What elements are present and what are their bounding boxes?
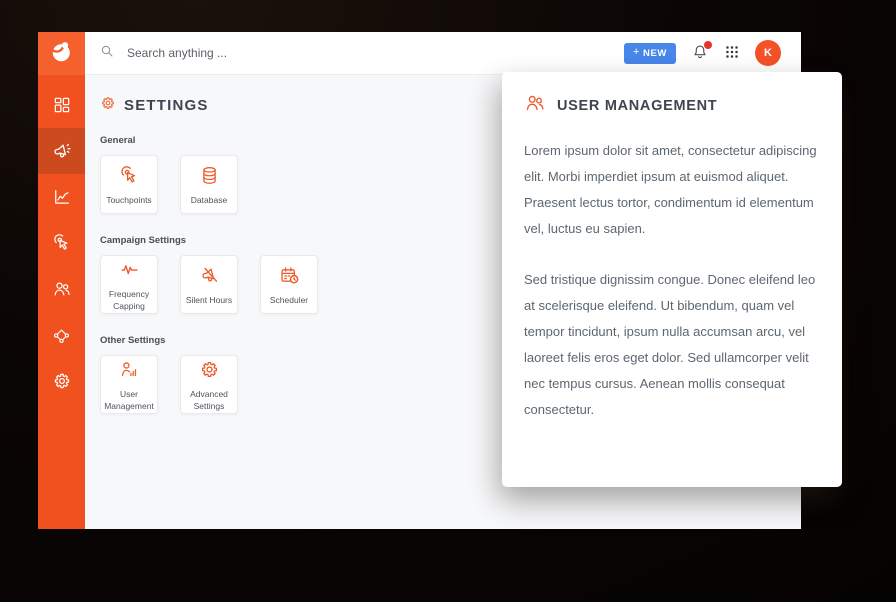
tiles-area: General Touchpoints Database C (100, 135, 318, 435)
screenshot-stage: + NEW K SETTINGS (0, 0, 896, 602)
section-label: Campaign Settings (100, 235, 318, 247)
tile-user-management[interactable]: User Management (100, 355, 158, 414)
section-campaign-settings: Campaign Settings Frequency Capping Sile… (100, 235, 318, 314)
tile-label: Frequency Capping (102, 289, 156, 311)
apps-menu-button[interactable] (724, 44, 740, 63)
sidebar-nav (38, 82, 85, 404)
tile-scheduler[interactable]: Scheduler (260, 255, 318, 314)
tile-row: User Management Advanced Settings (100, 355, 318, 414)
tile-row: Frequency Capping Silent Hours Scheduler (100, 255, 318, 314)
sidebar (38, 32, 85, 529)
panel-title: USER MANAGEMENT (557, 98, 717, 114)
section-label: Other Settings (100, 335, 318, 347)
sidebar-item-flows[interactable] (38, 312, 85, 358)
user-management-person-bars-icon (119, 359, 140, 385)
section-label: General (100, 135, 318, 147)
plus-icon: + (633, 46, 640, 58)
tile-database[interactable]: Database (180, 155, 238, 214)
touchpoints-cursor-icon (119, 165, 140, 191)
page-title: SETTINGS (124, 97, 209, 114)
sidebar-item-settings[interactable] (38, 358, 85, 404)
analytics-chart-icon (52, 187, 72, 207)
search-input[interactable] (125, 45, 429, 61)
users-icon (524, 92, 546, 119)
audience-users-icon (52, 279, 72, 299)
settings-gear-icon (52, 371, 72, 391)
section-general: General Touchpoints Database (100, 135, 318, 214)
touchpoints-cursor-icon (52, 233, 72, 253)
panel-body: Lorem ipsum dolor sit amet, consectetur … (524, 138, 820, 423)
scheduler-calendar-clock-icon (279, 265, 300, 291)
new-button[interactable]: + NEW (624, 43, 676, 64)
topbar-actions: + NEW K (624, 40, 781, 66)
avatar-initial: K (764, 47, 772, 59)
apps-grid-icon (724, 44, 740, 63)
sidebar-item-audience[interactable] (38, 266, 85, 312)
sidebar-item-campaigns[interactable] (38, 128, 85, 174)
notification-dot (704, 41, 712, 49)
campaigns-megaphone-icon (51, 141, 72, 162)
tile-label: Advanced Settings (182, 389, 236, 411)
sidebar-item-dashboard[interactable] (38, 82, 85, 128)
search-icon (99, 43, 115, 64)
panel-paragraph: Lorem ipsum dolor sit amet, consectetur … (524, 138, 820, 242)
dashboard-icon (52, 95, 72, 115)
tile-advanced-settings[interactable]: Advanced Settings (180, 355, 238, 414)
topbar: + NEW K (85, 32, 801, 75)
user-management-panel: USER MANAGEMENT Lorem ipsum dolor sit am… (502, 72, 842, 487)
frequency-pulse-icon (119, 259, 140, 285)
flows-diamond-icon (52, 326, 71, 345)
sidebar-item-touchpoints[interactable] (38, 220, 85, 266)
panel-header: USER MANAGEMENT (524, 92, 820, 119)
tile-label: Silent Hours (182, 295, 236, 306)
silent-hours-muted-megaphone-icon (199, 265, 220, 291)
logo[interactable] (38, 32, 85, 75)
section-other-settings: Other Settings User Management Advanced … (100, 335, 318, 414)
search-bar (99, 43, 624, 64)
tile-frequency-capping[interactable]: Frequency Capping (100, 255, 158, 314)
notifications-button[interactable] (691, 43, 709, 64)
tile-label: Touchpoints (102, 195, 156, 206)
settings-gear-icon (100, 95, 116, 116)
database-icon (199, 165, 220, 191)
page-head: SETTINGS (100, 95, 209, 116)
settings-gear-icon (199, 359, 220, 385)
logo-mark-icon (49, 39, 74, 69)
panel-paragraph: Sed tristique dignissim congue. Donec el… (524, 267, 820, 423)
avatar[interactable]: K (755, 40, 781, 66)
tile-label: Scheduler (262, 295, 316, 306)
tile-touchpoints[interactable]: Touchpoints (100, 155, 158, 214)
tile-label: User Management (102, 389, 156, 411)
tile-row: Touchpoints Database (100, 155, 318, 214)
tile-label: Database (182, 195, 236, 206)
new-button-label: NEW (643, 48, 667, 59)
sidebar-item-analytics[interactable] (38, 174, 85, 220)
tile-silent-hours[interactable]: Silent Hours (180, 255, 238, 314)
